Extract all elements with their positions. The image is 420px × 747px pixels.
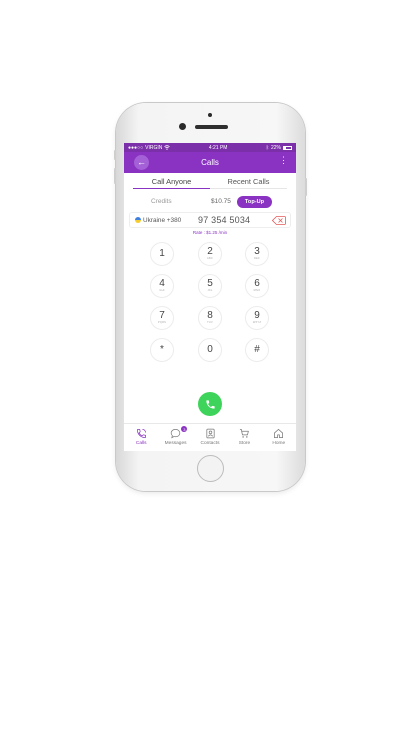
chat-icon [170, 429, 181, 439]
back-arrow-icon: ← [137, 157, 146, 167]
nav-label: Calls [135, 441, 147, 446]
volume-button [114, 168, 116, 184]
home-icon [274, 429, 284, 438]
credits-amount: $10.75 [211, 198, 231, 205]
key-digit: 0 [207, 344, 213, 355]
key-digit: 6 [254, 278, 260, 290]
key-9[interactable]: 9 WXYZ [245, 306, 269, 330]
number-input-row[interactable]: Ukraine +380 97 354 5034 [129, 212, 291, 228]
carrier-name: VIRGIN [145, 144, 163, 151]
app-header: ← Calls ⋮ [124, 152, 296, 173]
nav-label: Store [238, 441, 251, 446]
nav-label: Messages [164, 441, 187, 446]
key-letters: DEF [254, 257, 260, 261]
nav-contacts[interactable]: Contacts [193, 424, 227, 451]
key-3[interactable]: 3 DEF [245, 242, 269, 266]
power-button [305, 178, 307, 196]
key-letters: GHI [159, 289, 165, 293]
nav-store[interactable]: Store [227, 424, 261, 451]
country-code-selector[interactable]: Ukraine +380 [143, 217, 181, 224]
backspace-icon[interactable] [272, 216, 286, 225]
bluetooth-icon: ᛒ [265, 144, 269, 151]
nav-messages[interactable]: 3 Messages [158, 424, 192, 451]
key-digit: 1 [159, 247, 165, 259]
app-screen: ●●●○○ VIRGIN 4:21 PM ᛒ 22% ← Calls ⋮ Cal… [124, 143, 296, 451]
key-digit: 4 [159, 278, 165, 290]
key-4[interactable]: 4 GHI [150, 274, 174, 298]
key-letters: WXYZ [252, 321, 262, 325]
topup-button[interactable]: Top-Up [237, 195, 272, 208]
key-digit: 7 [159, 310, 165, 322]
nav-home[interactable]: Home [262, 424, 296, 451]
battery-percent: 22% [270, 144, 281, 151]
more-options-icon[interactable]: ⋮ [279, 156, 288, 165]
sensor-dot [208, 113, 212, 117]
key-digit: 8 [207, 310, 213, 322]
key-digit: # [254, 344, 260, 355]
key-letters: ABC [207, 257, 213, 261]
key-6[interactable]: 6 MNO [245, 274, 269, 298]
key-digit: 2 [207, 246, 213, 258]
key-digit: 9 [254, 310, 260, 322]
nav-calls[interactable]: Calls [124, 424, 158, 451]
tab-call-anyone[interactable]: Call Anyone [133, 173, 210, 189]
call-tabs: Call Anyone Recent Calls [133, 173, 287, 189]
key-5[interactable]: 5 JKL [198, 274, 222, 298]
call-rate: Rate : $1.25 /min [192, 230, 228, 235]
ukraine-flag-icon [135, 217, 141, 223]
nav-label: Home [272, 441, 286, 446]
key-7[interactable]: 7 PQRS [150, 306, 174, 330]
page-title: Calls [201, 158, 219, 167]
key-digit: 5 [207, 278, 213, 290]
key-star[interactable]: * [150, 338, 174, 362]
phone-icon [136, 429, 146, 438]
home-button[interactable] [197, 455, 224, 482]
phone-handset-icon [205, 399, 215, 409]
cart-icon [239, 429, 249, 438]
key-hash[interactable]: # [245, 338, 269, 362]
key-0[interactable]: 0 [198, 338, 222, 362]
key-letters: JKL [207, 289, 213, 293]
key-digit: * [160, 344, 164, 355]
message-count-badge: 3 [181, 426, 188, 432]
tab-recent-calls[interactable]: Recent Calls [210, 173, 287, 188]
key-letters: PQRS [157, 321, 167, 325]
key-digit: 3 [254, 246, 260, 258]
phone-number-field[interactable]: 97 354 5034 [198, 215, 250, 225]
nav-label: Contacts [200, 441, 220, 446]
contacts-icon [205, 428, 215, 439]
volume-button [114, 150, 116, 160]
earpiece-speaker [195, 125, 228, 129]
credits-label: Credits [151, 198, 172, 205]
wifi-icon [164, 145, 171, 150]
key-letters: MNO [253, 289, 261, 293]
bottom-navigation: Calls 3 Messages Contacts Store Home [124, 423, 296, 451]
key-2[interactable]: 2 ABC [198, 242, 222, 266]
dial-keypad: 1 2 ABC 3 DEF 4 GHI 5 JKL 6 MNO 7 PQRS 8 TUV 9W… [124, 238, 296, 388]
back-button[interactable]: ← [134, 155, 149, 170]
key-1[interactable]: 1 [150, 242, 174, 266]
credits-row: Credits $10.75 Top-Up [124, 191, 296, 212]
status-bar: ●●●○○ VIRGIN 4:21 PM ᛒ 22% [124, 143, 296, 152]
front-camera [179, 123, 186, 130]
status-time: 4:21 PM [208, 144, 228, 151]
battery-icon [283, 145, 292, 150]
key-letters: TUV [207, 321, 213, 325]
call-button[interactable] [198, 392, 222, 416]
key-8[interactable]: 8 TUV [198, 306, 222, 330]
signal-icon: ●●●○○ [128, 144, 144, 151]
